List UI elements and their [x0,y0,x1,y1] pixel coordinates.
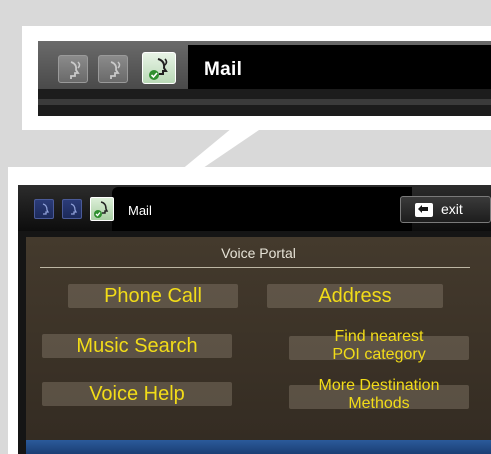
exit-label: exit [441,201,463,217]
bottom-status-bar [26,440,491,454]
active-tab [112,187,412,231]
exit-button[interactable]: exit [400,196,491,223]
voice-icon[interactable] [62,199,82,219]
back-icon [415,203,433,217]
portal-divider [40,267,470,268]
more-destination-line-1: More Destination [318,377,440,394]
tab-mail-label: Mail [128,203,152,218]
portal-title: Voice Portal [221,245,296,261]
voice-portal-panel: Voice Portal Phone Call Address Music Se… [26,237,491,454]
address-option[interactable]: Address [267,284,443,308]
voice-help-option[interactable]: Voice Help [42,382,232,406]
more-destination-line-2: Methods [348,395,410,412]
find-nearest-line-1: Find nearest [334,328,424,345]
voice-icon[interactable] [34,199,54,219]
voice-checked-icon[interactable] [90,197,114,221]
find-nearest-line-2: POI category [332,346,426,363]
find-nearest-poi-option[interactable]: Find nearest POI category [289,328,469,366]
music-search-option[interactable]: Music Search [42,334,232,358]
phone-call-option[interactable]: Phone Call [68,284,238,308]
navigation-screen: Mail exit Voice Portal Phone Call Addres… [18,185,491,454]
more-destination-methods-option[interactable]: More Destination Methods [289,377,469,415]
